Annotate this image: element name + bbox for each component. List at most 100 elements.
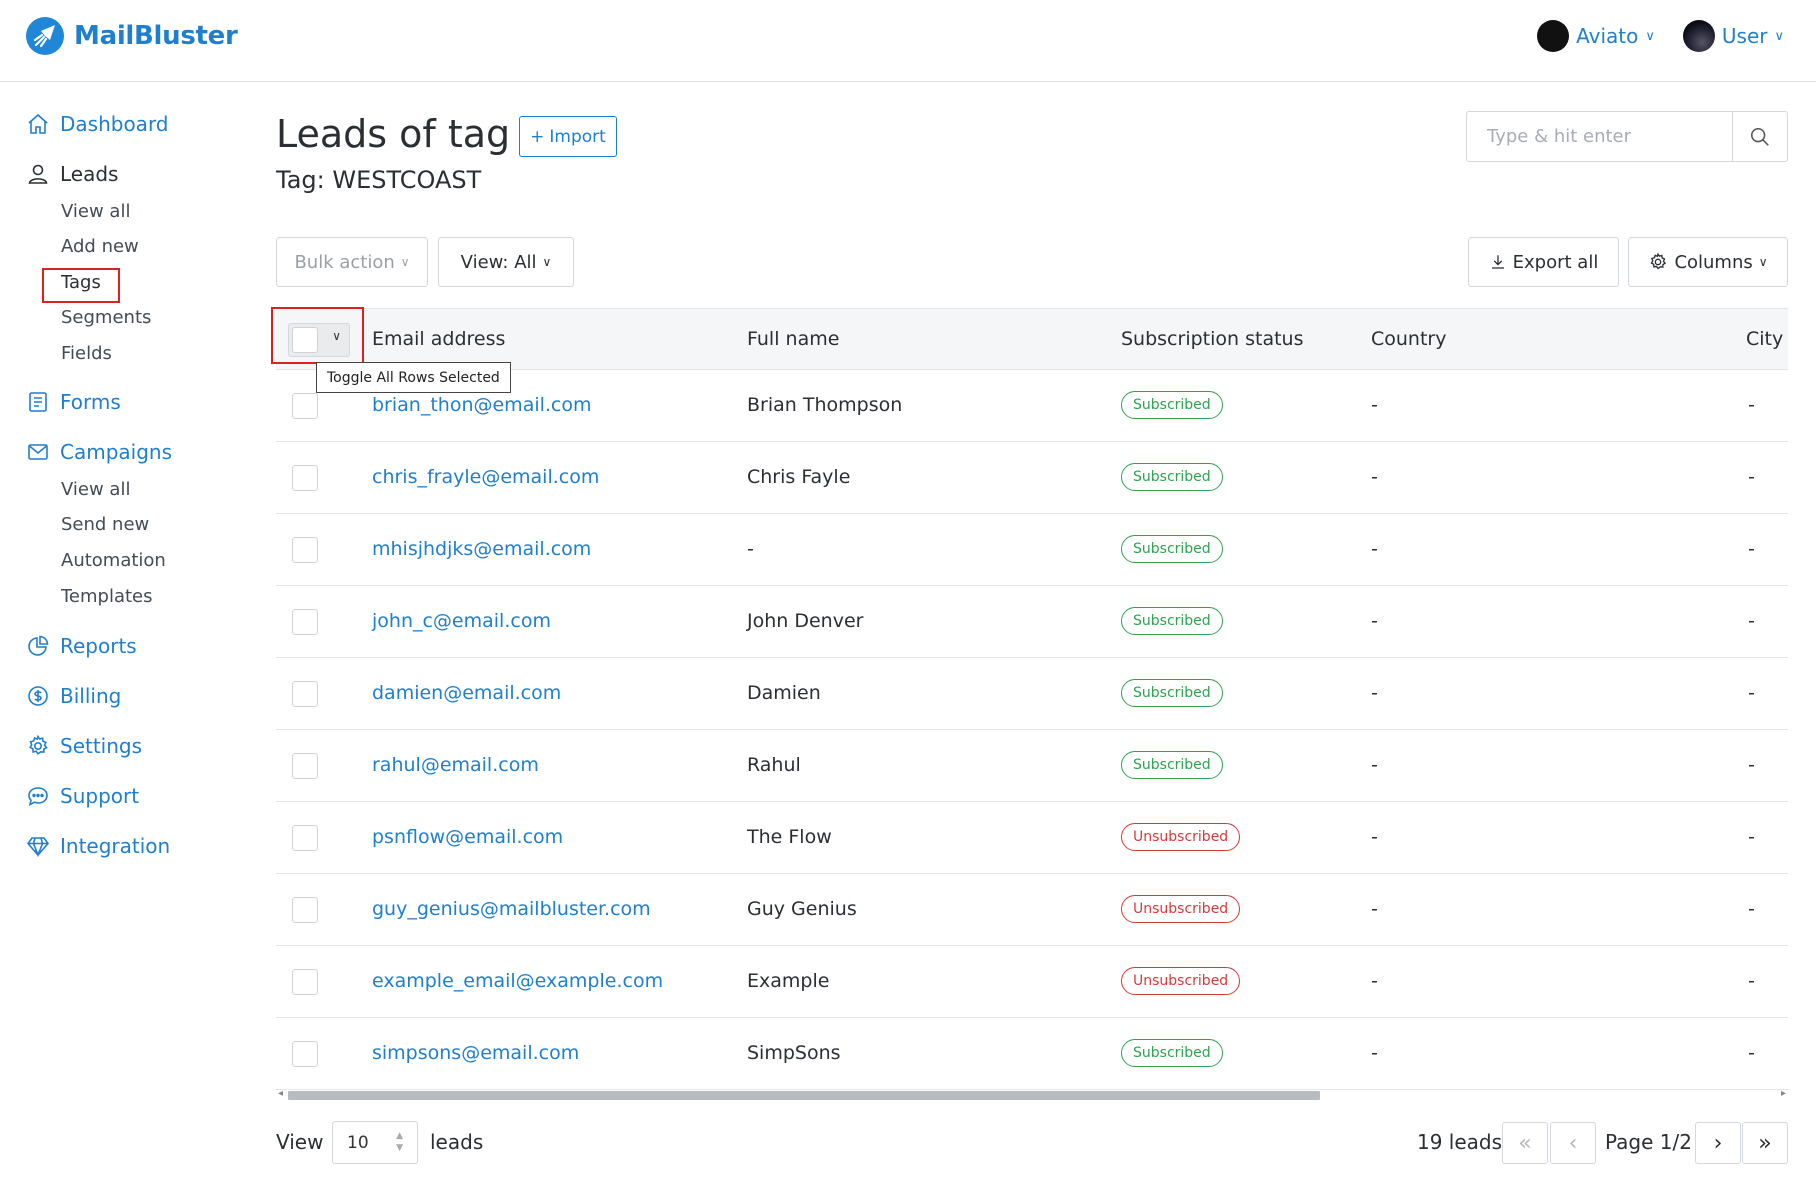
sidebar-item-label: Settings bbox=[60, 734, 143, 758]
last-page-button[interactable]: » bbox=[1742, 1122, 1788, 1164]
search-input[interactable] bbox=[1467, 112, 1732, 161]
dollar-icon bbox=[28, 686, 48, 706]
row-checkbox[interactable] bbox=[292, 969, 318, 995]
row-checkbox[interactable] bbox=[292, 897, 318, 923]
scroll-right-icon[interactable]: ▸ bbox=[1781, 1088, 1786, 1099]
lead-email-link[interactable]: rahul@email.com bbox=[372, 754, 539, 776]
sidebar-item-label: Dashboard bbox=[60, 112, 169, 136]
sidebar-item-dashboard[interactable]: Dashboard bbox=[26, 112, 169, 136]
export-all-button[interactable]: Export all bbox=[1468, 237, 1619, 287]
leads-label: leads bbox=[430, 1130, 484, 1154]
sidebar-sub-automation[interactable]: Automation bbox=[61, 550, 166, 571]
sidebar-item-forms[interactable]: Forms bbox=[26, 390, 121, 414]
column-header-city[interactable]: City bbox=[1746, 328, 1783, 350]
row-checkbox[interactable] bbox=[292, 825, 318, 851]
lead-email-link[interactable]: psnflow@email.com bbox=[372, 826, 563, 848]
sidebar-item-label: Billing bbox=[60, 684, 122, 708]
user-menu[interactable]: User ∨ bbox=[1682, 20, 1784, 52]
table-row: psnflow@email.com The Flow Unsubscribed - - bbox=[276, 802, 1788, 874]
sidebar-sub-fields[interactable]: Fields bbox=[61, 343, 112, 364]
sidebar-item-campaigns[interactable]: Campaigns bbox=[26, 440, 172, 464]
lead-email-link[interactable]: mhisjhdjks@email.com bbox=[372, 538, 591, 560]
table-header: ∨ Email address Full name Subscription s… bbox=[276, 308, 1788, 370]
lead-full-name: Damien bbox=[747, 682, 821, 704]
page-indicator: Page 1/2 bbox=[1605, 1130, 1692, 1154]
lead-full-name: Brian Thompson bbox=[747, 394, 903, 416]
column-header-full-name[interactable]: Full name bbox=[747, 328, 839, 350]
sidebar-item-integration[interactable]: Integration bbox=[26, 834, 170, 858]
user-avatar bbox=[1682, 20, 1715, 52]
org-avatar bbox=[1537, 20, 1570, 52]
lead-country: - bbox=[1371, 754, 1378, 776]
chevron-right-icon: › bbox=[1713, 1130, 1723, 1156]
columns-dropdown[interactable]: Columns ∨ bbox=[1628, 237, 1788, 287]
lead-email-link[interactable]: chris_frayle@email.com bbox=[372, 466, 599, 488]
logo[interactable]: MailBluster bbox=[26, 17, 238, 55]
search-icon bbox=[1750, 127, 1769, 146]
sidebar-sub-send-new[interactable]: Send new bbox=[61, 514, 149, 535]
sidebar-sub-add-new[interactable]: Add new bbox=[61, 236, 139, 257]
row-checkbox[interactable] bbox=[292, 465, 318, 491]
row-checkbox[interactable] bbox=[292, 537, 318, 563]
lead-email-link[interactable]: brian_thon@email.com bbox=[372, 394, 592, 416]
page-size-stepper[interactable]: 10 ▲ ▼ bbox=[332, 1121, 418, 1164]
double-chevron-left-icon: « bbox=[1518, 1130, 1532, 1156]
bulk-action-dropdown[interactable]: Bulk action ∨ bbox=[276, 237, 428, 287]
column-header-country[interactable]: Country bbox=[1371, 328, 1446, 350]
lead-full-name: The Flow bbox=[747, 826, 832, 848]
org-switcher[interactable]: Aviato ∨ bbox=[1537, 20, 1655, 52]
row-checkbox[interactable] bbox=[292, 393, 318, 419]
pie-chart-icon bbox=[28, 635, 49, 656]
import-label: Import bbox=[549, 126, 606, 147]
sidebar-sub-view-all-leads[interactable]: View all bbox=[61, 201, 130, 222]
select-all-tooltip: Toggle All Rows Selected bbox=[316, 362, 511, 393]
lead-email-link[interactable]: john_c@email.com bbox=[372, 610, 551, 632]
sidebar-item-label: Forms bbox=[60, 390, 121, 414]
scroll-left-icon[interactable]: ◂ bbox=[278, 1088, 283, 1099]
search-button[interactable] bbox=[1732, 112, 1787, 161]
import-button[interactable]: + Import bbox=[519, 116, 617, 157]
status-badge: Subscribed bbox=[1121, 679, 1223, 707]
table-row: chris_frayle@email.com Chris Fayle Subscri… bbox=[276, 442, 1788, 514]
row-checkbox[interactable] bbox=[292, 609, 318, 635]
first-page-button[interactable]: « bbox=[1502, 1122, 1548, 1164]
row-checkbox[interactable] bbox=[292, 681, 318, 707]
user-label: User bbox=[1721, 24, 1768, 48]
next-page-button[interactable]: › bbox=[1695, 1122, 1741, 1164]
prev-page-button[interactable]: ‹ bbox=[1550, 1122, 1596, 1164]
status-badge: Unsubscribed bbox=[1121, 895, 1241, 923]
sidebar-item-billing[interactable]: Billing bbox=[26, 684, 121, 708]
lead-email-link[interactable]: simpsons@email.com bbox=[372, 1042, 579, 1064]
lead-email-link[interactable]: example_email@example.com bbox=[372, 970, 663, 992]
column-header-subscription-status[interactable]: Subscription status bbox=[1121, 328, 1303, 350]
chevron-down-icon: ∨ bbox=[1758, 255, 1768, 269]
lead-email-link[interactable]: damien@email.com bbox=[372, 682, 561, 704]
table-row: example_email@example.com Example Unsubscr… bbox=[276, 946, 1788, 1018]
sidebar-item-settings[interactable]: Settings bbox=[26, 734, 142, 758]
tags-highlight-box bbox=[42, 268, 120, 303]
status-badge: Subscribed bbox=[1121, 535, 1223, 563]
columns-label: Columns bbox=[1674, 251, 1753, 273]
scroll-thumb[interactable] bbox=[288, 1091, 1320, 1100]
table-row: damien@email.com Damien Subscribed - - bbox=[276, 658, 1788, 730]
lead-email-link[interactable]: guy_genius@mailbluster.com bbox=[372, 898, 651, 920]
row-checkbox[interactable] bbox=[292, 753, 318, 779]
row-checkbox[interactable] bbox=[292, 1041, 318, 1067]
user-icon bbox=[28, 164, 48, 184]
horizontal-scrollbar[interactable]: ◂ ▸ bbox=[276, 1088, 1788, 1102]
chevron-down-icon: ∨ bbox=[400, 255, 410, 269]
sidebar-sub-view-all-campaigns[interactable]: View all bbox=[61, 479, 130, 500]
lead-full-name: SimpSons bbox=[747, 1042, 841, 1064]
sidebar-item-leads[interactable]: Leads bbox=[26, 162, 118, 186]
home-icon bbox=[28, 113, 48, 134]
stepper-arrows-icon[interactable]: ▲ ▼ bbox=[396, 1130, 403, 1154]
sidebar-sub-segments[interactable]: Segments bbox=[61, 307, 151, 328]
lead-city: - bbox=[1748, 394, 1755, 416]
tag-subtitle: Tag: WESTCOAST bbox=[276, 166, 482, 194]
sidebar-item-reports[interactable]: Reports bbox=[26, 634, 137, 658]
status-badge: Subscribed bbox=[1121, 391, 1223, 419]
column-header-email[interactable]: Email address bbox=[372, 328, 505, 350]
view-filter-dropdown[interactable]: View: All ∨ bbox=[438, 237, 574, 287]
sidebar-sub-templates[interactable]: Templates bbox=[61, 586, 153, 607]
sidebar-item-support[interactable]: Support bbox=[26, 784, 139, 808]
